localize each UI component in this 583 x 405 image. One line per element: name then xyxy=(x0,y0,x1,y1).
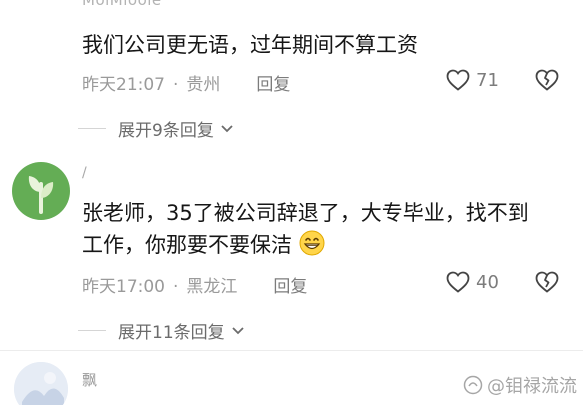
like-button[interactable]: 71 xyxy=(446,69,499,91)
avatar[interactable] xyxy=(14,362,68,405)
expand-divider-line xyxy=(78,330,106,331)
like-count: 40 xyxy=(476,271,499,293)
chevron-down-icon xyxy=(221,124,233,132)
expand-replies-button[interactable]: 展开9条回复 xyxy=(78,116,234,141)
chevron-down-icon xyxy=(232,326,244,334)
comment-text: 我们公司更无语，过年期间不算工资 xyxy=(82,33,418,57)
comment-text: …… xyxy=(82,398,122,405)
heart-icon xyxy=(446,271,470,293)
comment-text-line-2-content: 工作，你那要不要保洁 xyxy=(82,233,292,257)
watermark: @钼禄流流 xyxy=(463,372,577,398)
watermark-text: @钼禄流流 xyxy=(487,376,577,397)
comment-time: 昨天17:00 xyxy=(82,277,165,297)
broken-heart-icon[interactable] xyxy=(535,271,559,293)
reply-button[interactable]: 回复 xyxy=(273,277,307,297)
grinning-face-emoji xyxy=(299,230,325,256)
watermark-logo-icon xyxy=(463,375,483,395)
comment-meta: 昨天21:07 · 贵州 回复 xyxy=(82,75,291,95)
comment-location: 黑龙江 xyxy=(186,277,238,297)
comment-username[interactable]: MoiMiooie xyxy=(82,0,162,9)
expand-replies-button[interactable]: 展开11条回复 xyxy=(78,318,245,343)
reply-button[interactable]: 回复 xyxy=(256,75,290,95)
comment-feed: MoiMiooie 我们公司更无语，过年期间不算工资 昨天21:07 · 贵州 回复 … xyxy=(0,0,583,405)
comment-time: 昨天21:07 xyxy=(82,75,165,95)
broken-heart-icon[interactable] xyxy=(535,69,559,91)
comment-text-line-1: 张老师，35了被公司辞退了，大专毕业，找不到 xyxy=(82,201,529,225)
like-count: 71 xyxy=(476,69,499,91)
expand-divider-line xyxy=(78,128,106,129)
sprout-icon xyxy=(28,176,54,214)
heart-icon xyxy=(446,69,470,91)
expand-replies-label: 展开9条回复 xyxy=(118,121,214,141)
comment-location: 贵州 xyxy=(186,75,221,95)
comment-divider xyxy=(0,350,583,351)
avatar[interactable] xyxy=(12,162,70,220)
comment-username[interactable]: / xyxy=(82,165,87,181)
comment-meta: 昨天17:00 · 黑龙江 回复 xyxy=(82,277,308,297)
avatar-image-icon xyxy=(14,362,68,405)
expand-replies-label: 展开11条回复 xyxy=(118,323,225,343)
like-button[interactable]: 40 xyxy=(446,271,499,293)
comment-username[interactable]: 飘 xyxy=(82,369,97,390)
comment-text-line-2: 工作，你那要不要保洁 xyxy=(82,228,325,262)
